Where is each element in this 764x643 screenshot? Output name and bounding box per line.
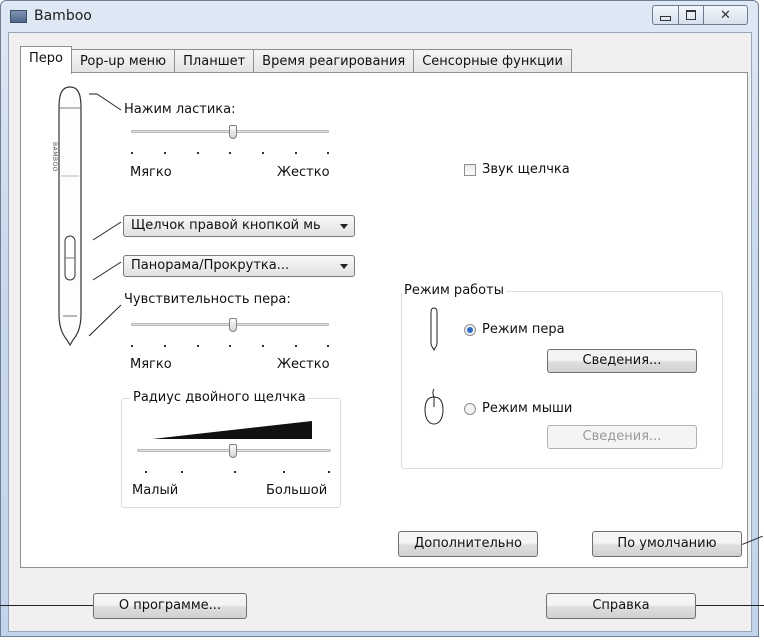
double-click-distance-title: Радиус двойного щелчка <box>131 390 308 405</box>
pen-mode-icon <box>430 307 438 351</box>
minimize-icon <box>660 15 671 21</box>
tip-feel-slider-thumb[interactable] <box>229 318 237 332</box>
pen-illustration <box>58 86 82 346</box>
click-sound-label: Звук щелчка <box>482 162 570 177</box>
eraser-feel-slider-thumb[interactable] <box>229 125 237 139</box>
mouse-mode-details-button[interactable]: Сведения... <box>547 425 697 449</box>
chevron-down-icon <box>340 224 348 229</box>
pen-mode-radio[interactable] <box>464 324 476 336</box>
upper-button-select[interactable]: Щелчок правой кнопкой мь <box>123 215 355 237</box>
tip-feel-label: Чувствительность пера: <box>124 292 291 307</box>
callout-line-about <box>0 605 93 606</box>
double-click-distance-ticks <box>145 471 330 475</box>
eraser-feel-label: Нажим ластика: <box>124 102 236 117</box>
maximize-icon <box>686 10 696 20</box>
eraser-feel-ticks <box>131 152 329 156</box>
maximize-button[interactable] <box>678 5 704 25</box>
about-button[interactable]: О программе... <box>93 593 247 619</box>
app-icon <box>10 10 27 23</box>
tip-firm-label: Жестко <box>277 357 330 372</box>
pen-brand-text: BAMBOO <box>51 142 58 172</box>
lower-button-select-value: Панорама/Прокрутка... <box>131 258 290 273</box>
mouse-mode-icon <box>424 388 444 425</box>
lower-button-select[interactable]: Панорама/Прокрутка... <box>123 255 355 277</box>
distance-small-label: Малый <box>132 483 179 498</box>
tab-pen[interactable]: Перо <box>20 46 72 74</box>
close-button[interactable]: ✕ <box>703 5 748 25</box>
mode-group-title: Режим работы <box>402 283 506 298</box>
click-sound-checkbox[interactable] <box>464 164 476 176</box>
callout-line-help <box>696 605 764 606</box>
distance-large-label: Большой <box>266 483 328 498</box>
mouse-mode-label: Режим мыши <box>482 401 573 416</box>
tab-response-time[interactable]: Время реагирования <box>253 49 415 73</box>
tab-strip: Перо Pop-up меню Планшет Время реагирова… <box>20 46 572 74</box>
advanced-button[interactable]: Дополнительно <box>398 531 538 557</box>
chevron-down-icon <box>340 264 348 269</box>
help-button[interactable]: Справка <box>546 593 696 619</box>
tab-touch-functions[interactable]: Сенсорные функции <box>413 49 572 73</box>
mouse-mode-radio[interactable] <box>464 403 476 415</box>
distance-wedge-icon <box>152 421 312 439</box>
eraser-firm-label: Жестко <box>277 165 330 180</box>
tab-tablet[interactable]: Планшет <box>174 49 255 73</box>
eraser-soft-label: Мягко <box>130 165 172 180</box>
upper-button-select-value: Щелчок правой кнопкой мь <box>131 218 321 233</box>
pen-mode-details-button[interactable]: Сведения... <box>547 349 697 373</box>
minimize-button[interactable] <box>652 5 679 25</box>
tip-feel-ticks <box>131 345 329 349</box>
tip-soft-label: Мягко <box>130 357 172 372</box>
pen-mode-label: Режим пера <box>482 322 565 337</box>
tab-popup-menu[interactable]: Pop-up меню <box>70 49 176 73</box>
double-click-distance-slider-thumb[interactable] <box>229 444 237 458</box>
close-icon: ✕ <box>720 7 731 23</box>
window-title: Bamboo <box>34 8 92 24</box>
default-button[interactable]: По умолчанию <box>592 531 742 557</box>
